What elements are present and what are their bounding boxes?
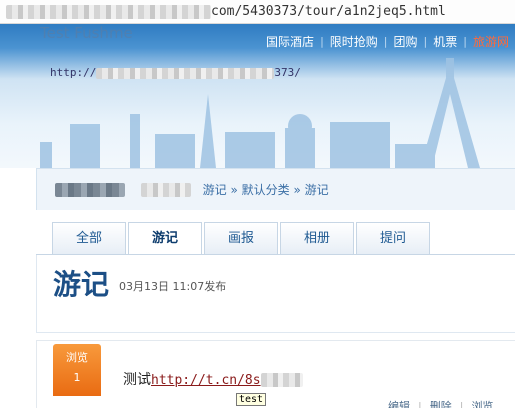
tab-travel-notes[interactable]: 游记 [128,222,202,254]
view-count-badge: 浏览 1 [53,344,101,396]
blurred-link-part [260,373,303,387]
address-bar[interactable]: com/5430373/tour/a1n2jeq5.html [0,0,515,24]
nav-item-flights[interactable]: 机票 [427,33,463,50]
view-badge-count: 1 [73,371,81,384]
view-link[interactable]: 浏览 [471,400,493,408]
blog-url-prefix: http:// [50,66,97,79]
action-divider: | [459,400,464,408]
edit-link[interactable]: 编辑 [388,400,410,408]
tab-albums[interactable]: 相册 [280,222,354,254]
nav-item-group-buy[interactable]: 团购 [388,33,424,50]
address-url[interactable]: com/5430373/tour/a1n2jeq5.html [6,4,446,19]
post-actions: 编辑 | 删除 | 浏览 [388,398,493,408]
post-text: 测试 [123,372,151,388]
section-tabs: 全部 游记 画报 相册 提问 [52,222,430,254]
publish-date: 03月13日 11:07发布 [119,280,227,293]
breadcrumb-path[interactable]: 游记 » 默认分类 » 游记 [203,183,329,197]
post-link[interactable]: http://t.cn/8s [151,373,261,388]
nav-item-hotels[interactable]: 国际酒店 [260,33,320,50]
site-header: Test Fushme 国际酒店 | 限时抢购 | 团购 | 机票 | 旅游网 … [0,24,515,168]
post-header: 游记 03月13日 11:07发布 [36,255,515,333]
delete-link[interactable]: 删除 [430,400,452,408]
blurred-url-part [96,67,275,79]
tab-all[interactable]: 全部 [52,222,126,254]
blog-url[interactable]: http:// 373/ [50,66,301,79]
url-text: com/5430373/tour/a1n2jeq5.html [211,4,446,19]
view-badge-label: 浏览 [66,351,88,364]
tab-pictorial[interactable]: 画报 [204,222,278,254]
post-content: 测试http://t.cn/8s [123,369,303,389]
link-tooltip: test [236,393,267,406]
page-title: 游记 [53,268,110,301]
blog-url-suffix: 373/ [274,66,301,79]
top-nav: 国际酒店 | 限时抢购 | 团购 | 机票 | 旅游网 [260,33,515,50]
blurred-url-part [6,4,211,19]
nav-item-flash-sale[interactable]: 限时抢购 [324,33,384,50]
nav-item-travel[interactable]: 旅游网 [467,33,515,50]
blurred-username [55,182,125,197]
site-brand[interactable]: Test Fushme [40,24,133,42]
breadcrumb-band: 游记 » 默认分类 » 游记 [36,168,515,210]
breadcrumb: 游记 » 默认分类 » 游记 [55,181,329,198]
action-divider: | [418,400,422,408]
blurred-text [140,182,191,197]
tab-questions[interactable]: 提问 [356,222,430,254]
